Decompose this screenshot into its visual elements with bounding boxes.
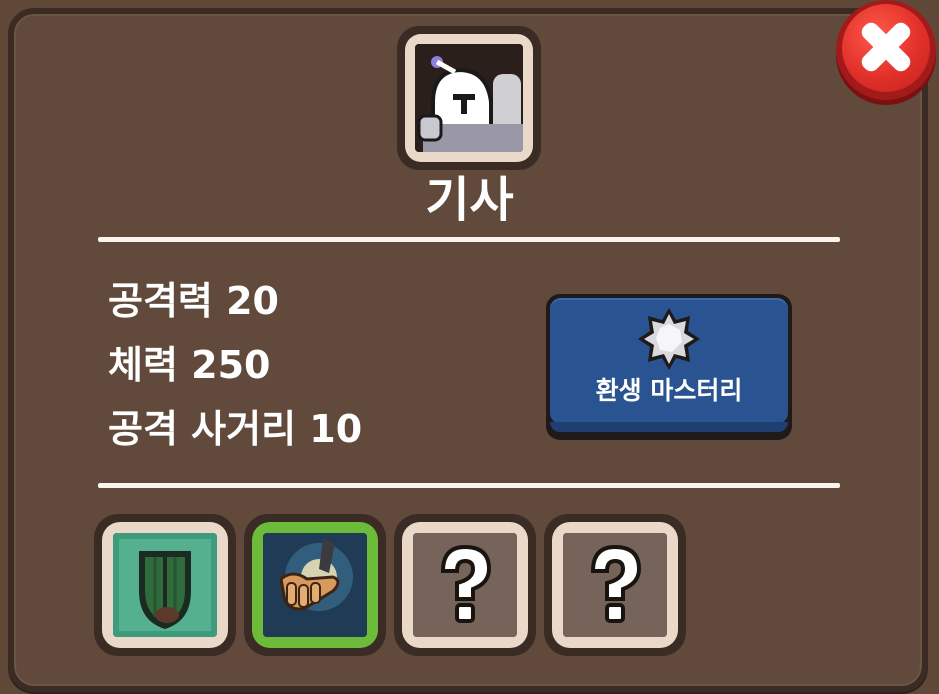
locked-skill-image xyxy=(563,533,667,637)
green-shield-icon xyxy=(113,533,217,637)
stat-health: 체력 250 xyxy=(108,343,271,387)
mastery-button-base xyxy=(550,422,788,432)
character-name: 기사 xyxy=(425,172,514,228)
question-mark-icon xyxy=(563,533,667,637)
mastery-button-label: 환생 마스터리 xyxy=(595,376,743,405)
knight-portrait-icon xyxy=(415,44,523,152)
stat-attack-range: 공격 사거리 10 xyxy=(108,407,363,451)
skill-slot-4-locked[interactable] xyxy=(544,514,686,656)
close-button[interactable] xyxy=(836,0,936,100)
top-divider xyxy=(98,237,840,242)
stat-attack: 공격력 20 xyxy=(108,279,279,323)
skill-slot-3-locked[interactable] xyxy=(394,514,536,656)
bottom-divider xyxy=(98,483,840,488)
locked-skill-image xyxy=(413,533,517,637)
skill-slot-1[interactable] xyxy=(94,514,236,656)
close-icon xyxy=(861,22,911,72)
question-mark-icon xyxy=(413,533,517,637)
glowing-hand-icon xyxy=(263,533,367,637)
skill-slot-2[interactable] xyxy=(244,514,386,656)
rebirth-mastery-button[interactable]: 환생 마스터리 xyxy=(546,294,792,440)
character-portrait-frame xyxy=(397,26,541,170)
silver-gem-icon xyxy=(638,308,700,370)
